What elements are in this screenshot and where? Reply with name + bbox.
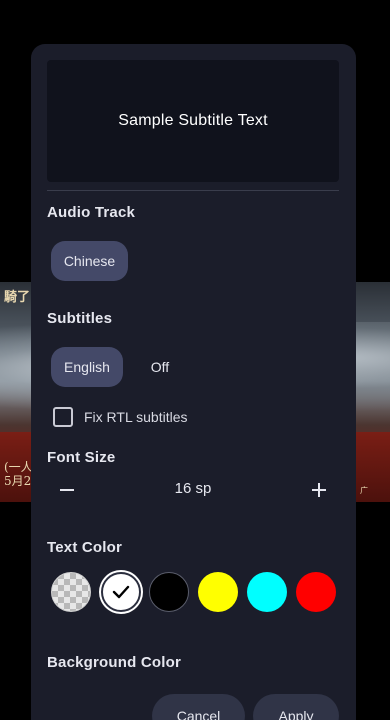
text-color-title: Text Color [47,539,123,556]
subtitle-preview: Sample Subtitle Text [47,60,339,182]
subtitle-option-off[interactable]: Off [135,347,185,387]
audio-track-title: Audio Track [47,204,136,221]
minus-icon [60,489,74,491]
check-icon [112,585,130,599]
divider [47,190,339,191]
color-swatch-white[interactable] [101,572,141,612]
fix-rtl-row[interactable]: Fix RTL subtitles [53,407,187,427]
color-swatch-cyan[interactable] [247,572,287,612]
preview-text: Sample Subtitle Text [118,112,268,129]
poster-text-bottom: (一人 5月2 [4,460,33,488]
cancel-button-label: Cancel [176,708,221,720]
audio-option-chinese[interactable]: Chinese [51,241,128,281]
subtitle-option-label: Off [150,359,170,375]
subtitles-title: Subtitles [47,310,113,327]
poster-text-right: 广 [360,486,368,495]
color-swatch-black[interactable] [149,572,189,612]
subtitle-settings-dialog: Sample Subtitle Text Audio Track Chinese… [31,44,356,720]
subtitle-option-english[interactable]: English [51,347,123,387]
color-swatch-yellow[interactable] [198,572,238,612]
subtitle-option-label: English [64,359,110,375]
fix-rtl-label: Fix RTL subtitles [84,409,188,425]
apply-button-label: Apply [278,708,314,720]
font-size-title: Font Size [47,449,116,466]
background-color-title: Background Color [47,654,182,671]
font-size-increase-button[interactable] [301,472,337,508]
font-size-decrease-button[interactable] [49,472,85,508]
plus-icon [312,483,326,497]
cancel-button[interactable]: Cancel [152,694,245,720]
apply-button[interactable]: Apply [253,694,339,720]
color-swatch-transparent[interactable] [51,572,91,612]
color-swatch-red[interactable] [296,572,336,612]
fix-rtl-checkbox[interactable] [53,407,73,427]
font-size-value: 16 sp [174,480,212,497]
poster-text-top: 騎了 [4,290,31,305]
audio-option-label: Chinese [63,253,116,269]
